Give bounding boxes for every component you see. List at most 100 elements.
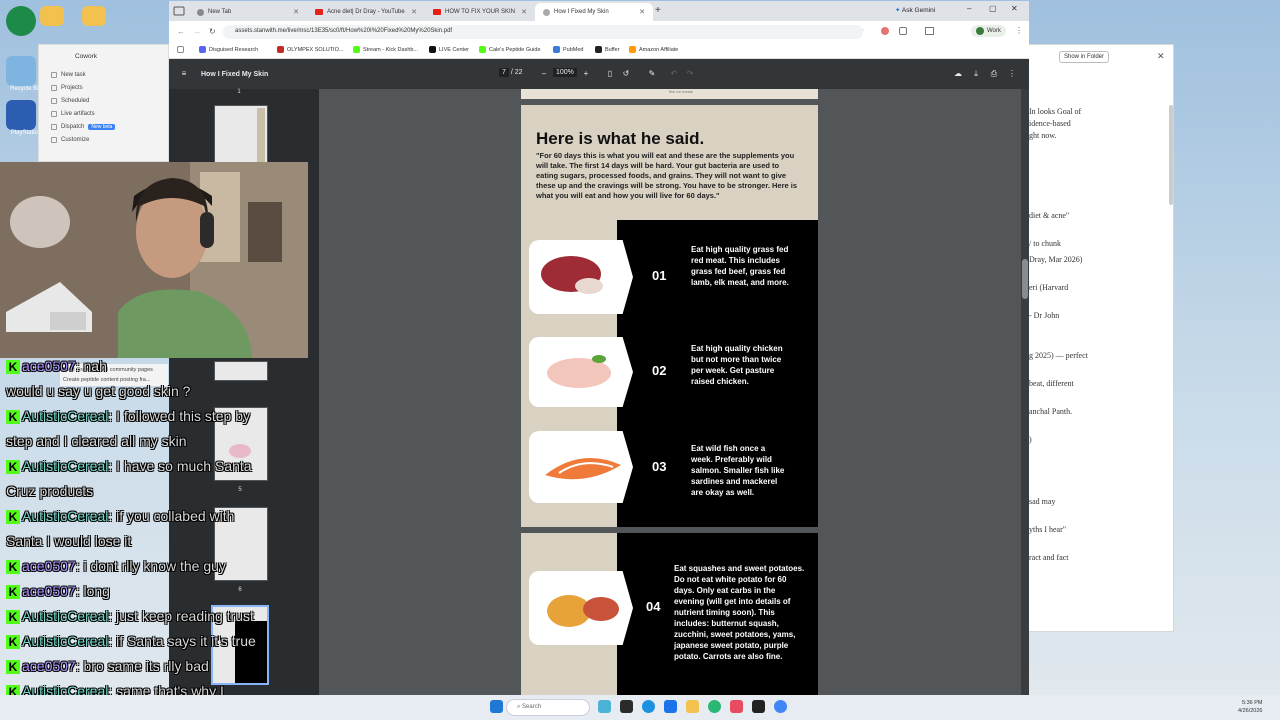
chat-username[interactable]: AutisticCereal bbox=[22, 633, 108, 649]
scrollbar[interactable] bbox=[1169, 105, 1173, 205]
menu-kebab-icon[interactable]: ⋮ bbox=[1015, 26, 1023, 35]
sidebar-item-label: New task bbox=[61, 72, 86, 78]
search-placeholder: Search bbox=[522, 704, 542, 710]
zoom-out-icon[interactable]: – bbox=[539, 69, 549, 79]
document-line: anchal Panth. bbox=[1029, 407, 1073, 416]
profile-button[interactable]: Work bbox=[971, 25, 1006, 37]
back-icon[interactable]: ← bbox=[177, 27, 185, 36]
redo-icon[interactable]: ↷ bbox=[685, 69, 695, 79]
scrollbar-thumb[interactable] bbox=[1022, 259, 1028, 299]
document-line: In looks Goal of bbox=[1029, 107, 1082, 116]
sidepanel-icon[interactable] bbox=[925, 27, 934, 35]
close-tab-icon[interactable]: ✕ bbox=[411, 8, 417, 16]
chat-text: would u say u get good skin ? bbox=[6, 383, 191, 399]
tab-fix-your-skin[interactable]: HOW TO FIX YOUR SKIN ✕ bbox=[425, 3, 535, 21]
tab-youtube-acne-diet[interactable]: Acne diet| Dr Dray - YouTube ✕ bbox=[307, 3, 425, 21]
reload-icon[interactable]: ↻ bbox=[209, 27, 216, 36]
chat-username[interactable]: AutisticCereal bbox=[22, 608, 108, 624]
tab-label: How I Fixed My Skin bbox=[554, 9, 609, 15]
youtube-icon bbox=[315, 9, 323, 15]
item-description: Eat wild fish once a week. Preferably wi… bbox=[691, 444, 785, 497]
download-icon[interactable]: ⤓ bbox=[971, 69, 981, 79]
more-options-icon[interactable]: ⋮ bbox=[1007, 69, 1017, 79]
terminal-icon[interactable] bbox=[620, 700, 633, 713]
desktop-icon-folder-2[interactable] bbox=[82, 6, 106, 26]
chat-username[interactable]: ace0507 bbox=[22, 583, 76, 599]
apps-icon[interactable] bbox=[177, 46, 184, 53]
minimize-icon[interactable]: – bbox=[967, 4, 971, 13]
chat-username[interactable]: ace0507 bbox=[22, 358, 76, 374]
close-window-icon[interactable]: ✕ bbox=[1011, 4, 1018, 13]
document-line: diet & acne" bbox=[1029, 211, 1070, 220]
page-thumbnail[interactable] bbox=[214, 105, 268, 163]
chat-message: K AutisticCereal: same that's why I bbox=[6, 679, 224, 695]
taskbar: ⌕ Search 5:36 PM 4/26/2026 bbox=[0, 695, 1280, 720]
bookmark-item[interactable]: PubMed bbox=[553, 46, 584, 53]
chat-username[interactable]: AutisticCereal bbox=[22, 458, 108, 474]
close-tab-icon[interactable]: ✕ bbox=[521, 8, 527, 16]
ask-gemini-button[interactable]: ✦ Ask Gemini bbox=[895, 6, 935, 14]
bookmark-item[interactable]: Stream - Kick Dashb... bbox=[353, 46, 418, 53]
undo-icon[interactable]: ↶ bbox=[669, 69, 679, 79]
item-description: Eat high quality grass fed red meat. Thi… bbox=[691, 245, 789, 287]
app-icon[interactable] bbox=[664, 700, 677, 713]
bookmark-item[interactable]: OLYMPEX SOLUTIO... bbox=[277, 46, 343, 53]
show-in-folder-button[interactable]: Show in Folder bbox=[1059, 51, 1110, 63]
maximize-icon[interactable]: ▢ bbox=[989, 4, 997, 13]
pdf-scrollbar[interactable] bbox=[1021, 89, 1029, 695]
thumbnail-content bbox=[257, 108, 265, 162]
app-icon[interactable] bbox=[708, 700, 721, 713]
chrome-icon[interactable] bbox=[774, 700, 787, 713]
zoom-in-icon[interactable]: + bbox=[581, 69, 591, 79]
chat-username[interactable]: AutisticCereal bbox=[22, 508, 108, 524]
chat-message: K AutisticCereal: if you collabed with bbox=[6, 504, 234, 529]
bookmark-item[interactable]: Buffer bbox=[595, 46, 620, 53]
sidebar-menu-icon[interactable]: ≡ bbox=[179, 69, 189, 79]
forward-icon[interactable]: → bbox=[193, 27, 201, 36]
system-clock[interactable]: 5:36 PM 4/26/2026 bbox=[1238, 699, 1262, 715]
sidebar-item-live-artifacts[interactable]: Live artifacts bbox=[51, 111, 95, 117]
sidebar-item-projects[interactable]: Projects bbox=[51, 85, 83, 91]
chat-username[interactable]: AutisticCereal bbox=[22, 683, 108, 695]
sidebar-item-dispatch[interactable]: Dispatch New beta bbox=[51, 124, 116, 130]
extensions-icon[interactable] bbox=[899, 27, 907, 35]
close-tab-icon[interactable]: ✕ bbox=[639, 8, 645, 16]
avatar bbox=[976, 27, 984, 35]
tab-how-i-fixed-my-skin[interactable]: How I Fixed My Skin ✕ bbox=[535, 3, 653, 21]
extension-icon[interactable] bbox=[881, 27, 889, 35]
close-icon[interactable]: ✕ bbox=[1157, 51, 1165, 62]
clock-date: 4/26/2026 bbox=[1238, 708, 1263, 714]
new-tab-icon[interactable]: + bbox=[655, 5, 661, 16]
app-icon[interactable] bbox=[730, 700, 743, 713]
tab-list-icon[interactable] bbox=[173, 5, 185, 17]
sidebar-item-customize[interactable]: Customize bbox=[51, 137, 89, 143]
desktop-icon-app[interactable] bbox=[6, 6, 36, 36]
start-icon[interactable] bbox=[490, 700, 503, 713]
save-drive-icon[interactable]: ☁ bbox=[953, 69, 963, 79]
sidebar-item-scheduled[interactable]: Scheduled bbox=[51, 98, 89, 104]
kick-badge-icon: K bbox=[6, 660, 20, 674]
chat-username[interactable]: ace0507 bbox=[22, 658, 76, 674]
bookmark-item[interactable]: Disguised Research bbox=[199, 46, 258, 53]
chat-username[interactable]: ace0507 bbox=[22, 558, 76, 574]
print-icon[interactable]: ⎙ bbox=[989, 69, 999, 79]
chat-username[interactable]: AutisticCereal bbox=[22, 408, 108, 424]
search-box[interactable]: ⌕ Search bbox=[506, 699, 590, 716]
task-view-icon[interactable] bbox=[598, 700, 611, 713]
close-tab-icon[interactable]: ✕ bbox=[293, 8, 299, 16]
zoom-input[interactable]: 100% bbox=[553, 68, 577, 77]
app-icon[interactable] bbox=[752, 700, 765, 713]
annotate-icon[interactable]: ✎ bbox=[647, 69, 657, 79]
file-explorer-icon[interactable] bbox=[686, 700, 699, 713]
rotate-icon[interactable]: ↺ bbox=[621, 69, 631, 79]
sidebar-item-new-task[interactable]: New task bbox=[51, 72, 86, 78]
desktop-icon-folder-1[interactable] bbox=[40, 6, 64, 26]
bookmark-item[interactable]: Amazon Affiliate bbox=[629, 46, 678, 53]
tab-new-tab[interactable]: New Tab ✕ bbox=[189, 3, 307, 21]
fit-page-icon[interactable]: ▯ bbox=[605, 69, 615, 79]
page-number-input[interactable]: 7 bbox=[499, 68, 509, 77]
edge-icon[interactable] bbox=[642, 700, 655, 713]
bookmark-item[interactable]: Cale's Peptide Guide bbox=[479, 46, 541, 53]
bookmark-item[interactable]: LIVE Center bbox=[429, 46, 469, 53]
address-bar[interactable]: assets.stanwith.me/live/msc/13E35/sc0/ft… bbox=[223, 25, 863, 39]
